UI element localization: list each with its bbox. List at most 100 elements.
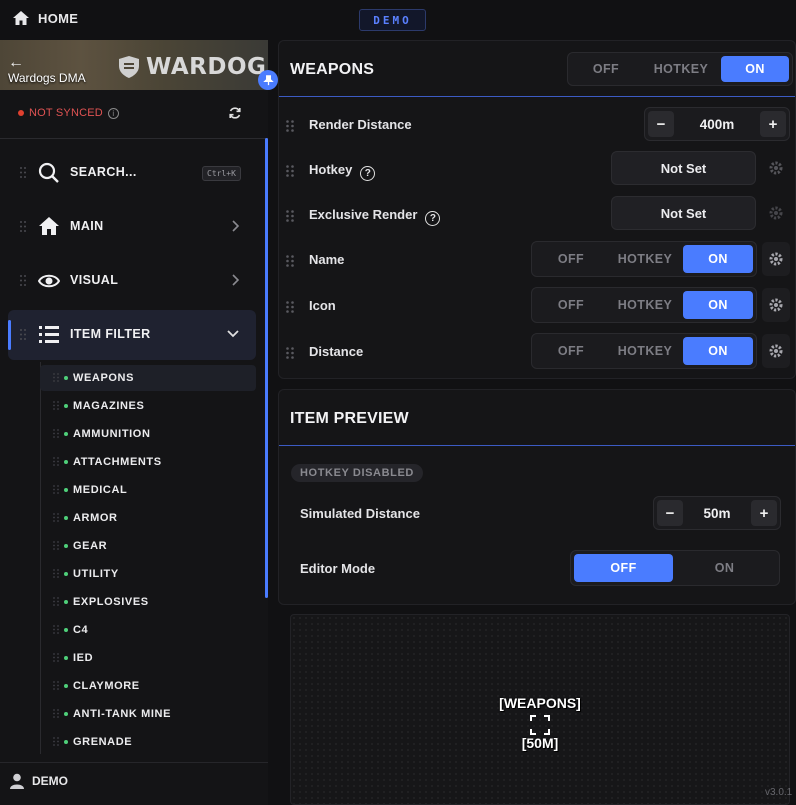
nav-main-label: MAIN — [70, 219, 104, 233]
sidebar-divider — [0, 138, 268, 139]
render-distance-value[interactable]: 400m — [674, 117, 760, 132]
wardogs-logo: WARDOGS — [118, 54, 268, 80]
refresh-icon[interactable] — [228, 106, 242, 123]
search-shortcut: Ctrl+K — [202, 166, 241, 181]
submenu-item-claymore[interactable]: CLAYMORE — [40, 673, 256, 699]
distance-on-option[interactable]: ON — [683, 337, 753, 365]
drag-handle-icon[interactable] — [53, 625, 59, 634]
hotkey-label: Hotkey — [309, 162, 353, 177]
drag-handle-icon[interactable] — [53, 513, 59, 522]
submenu-item-gear[interactable]: GEAR — [40, 533, 256, 559]
submenu-item-anti-tank-mine[interactable]: ANTI-TANK MINE — [40, 701, 256, 727]
drag-handle-icon[interactable] — [53, 457, 59, 466]
back-arrow-icon[interactable]: ← — [8, 54, 24, 72]
drag-handle-icon[interactable] — [286, 120, 294, 132]
drag-handle-icon[interactable] — [53, 373, 59, 382]
drag-handle-icon[interactable] — [286, 255, 294, 267]
home-icon — [13, 11, 29, 25]
nav-item-filter[interactable]: ITEM FILTER — [8, 310, 256, 360]
name-hotkey-option[interactable]: HOTKEY — [607, 245, 683, 273]
name-on-option[interactable]: ON — [683, 245, 753, 273]
enabled-dot — [64, 488, 68, 492]
exclusive-render-row: Exclusive Render? Not Set — [279, 192, 795, 238]
submenu-item-utility[interactable]: UTILITY — [40, 561, 256, 587]
name-off-option[interactable]: OFF — [535, 245, 607, 273]
simulated-distance-stepper: − 50m + — [653, 496, 781, 530]
submenu-item-attachments[interactable]: ATTACHMENTS — [40, 449, 256, 475]
submenu-item-magazines[interactable]: MAGAZINES — [40, 393, 256, 419]
exclusive-render-set-button[interactable]: Not Set — [611, 196, 756, 230]
help-icon[interactable]: ? — [425, 211, 441, 226]
submenu-item-medical[interactable]: MEDICAL — [40, 477, 256, 503]
preview-canvas[interactable]: [WEAPONS] [50M] — [290, 614, 790, 805]
mode-on-option[interactable]: ON — [721, 56, 789, 82]
icon-on-option[interactable]: ON — [683, 291, 753, 319]
submenu-item-ammunition[interactable]: AMMUNITION — [40, 421, 256, 447]
icon-hotkey-option[interactable]: HOTKEY — [607, 291, 683, 319]
submenu-item-c4[interactable]: C4 — [40, 617, 256, 643]
drag-handle-icon[interactable] — [286, 301, 294, 313]
drag-handle-icon[interactable] — [53, 653, 59, 662]
mode-hotkey-option[interactable]: HOTKEY — [641, 56, 721, 82]
enabled-dot — [64, 460, 68, 464]
gear-icon[interactable] — [762, 196, 790, 230]
drag-handle-icon[interactable] — [20, 329, 26, 340]
nav-visual[interactable]: VISUAL — [8, 256, 256, 306]
gear-icon[interactable] — [762, 288, 790, 322]
submenu-item-ied[interactable]: IED — [40, 645, 256, 671]
hotkey-set-button[interactable]: Not Set — [611, 151, 756, 185]
decrement-button[interactable]: − — [648, 111, 674, 137]
drag-handle-icon[interactable] — [53, 485, 59, 494]
icon-off-option[interactable]: OFF — [535, 291, 607, 319]
increment-button[interactable]: + — [751, 500, 777, 526]
enabled-dot — [64, 684, 68, 688]
gear-icon[interactable] — [762, 334, 790, 368]
gear-icon[interactable] — [762, 242, 790, 276]
sidebar-scrollbar[interactable] — [265, 138, 268, 598]
gear-icon[interactable] — [762, 151, 790, 185]
drag-handle-icon[interactable] — [286, 347, 294, 359]
drag-handle-icon[interactable] — [286, 165, 294, 177]
info-icon[interactable]: i — [107, 107, 119, 119]
editor-off-option[interactable]: OFF — [574, 554, 674, 582]
submenu-item-armor[interactable]: ARMOR — [40, 505, 256, 531]
exclusive-render-label-wrap: Exclusive Render? — [309, 207, 441, 226]
submenu-item-label: ANTI-TANK MINE — [73, 708, 172, 720]
drag-handle-icon[interactable] — [53, 681, 59, 690]
nav-search[interactable]: SEARCH... Ctrl+K — [8, 148, 256, 198]
render-distance-stepper: − 400m + — [644, 107, 790, 141]
simulated-distance-value[interactable]: 50m — [683, 506, 751, 521]
submenu-item-grenade[interactable]: GRENADE — [40, 729, 256, 755]
drag-handle-icon[interactable] — [53, 429, 59, 438]
nav-main[interactable]: MAIN — [8, 202, 256, 252]
pin-icon[interactable] — [258, 70, 278, 90]
editor-on-option[interactable]: ON — [673, 554, 776, 582]
enabled-dot — [64, 404, 68, 408]
decrement-button[interactable]: − — [657, 500, 683, 526]
editor-mode-row: Editor Mode OFF ON — [279, 546, 795, 592]
drag-handle-icon[interactable] — [20, 275, 26, 286]
drag-handle-icon[interactable] — [53, 401, 59, 410]
user-profile[interactable]: DEMO — [10, 773, 68, 789]
distance-off-option[interactable]: OFF — [535, 337, 607, 365]
increment-button[interactable]: + — [760, 111, 786, 137]
drag-handle-icon[interactable] — [53, 597, 59, 606]
drag-handle-icon[interactable] — [286, 210, 294, 222]
drag-handle-icon[interactable] — [53, 541, 59, 550]
drag-handle-icon[interactable] — [20, 167, 26, 178]
drag-handle-icon[interactable] — [53, 709, 59, 718]
help-icon[interactable]: ? — [360, 166, 376, 181]
submenu-item-weapons[interactable]: WEAPONS — [40, 365, 256, 391]
submenu-item-explosives[interactable]: EXPLOSIVES — [40, 589, 256, 615]
submenu-item-label: MEDICAL — [73, 484, 128, 496]
chevron-down-icon — [227, 330, 239, 338]
drag-handle-icon[interactable] — [53, 737, 59, 746]
submenu-item-label: GEAR — [73, 540, 108, 552]
distance-mode-toggle: OFF HOTKEY ON — [531, 333, 757, 369]
drag-handle-icon[interactable] — [20, 221, 26, 232]
item-preview-title: ITEM PREVIEW — [290, 410, 409, 427]
mode-off-option[interactable]: OFF — [571, 56, 641, 82]
drag-handle-icon[interactable] — [53, 569, 59, 578]
home-link[interactable]: HOME — [12, 10, 78, 26]
distance-hotkey-option[interactable]: HOTKEY — [607, 337, 683, 365]
